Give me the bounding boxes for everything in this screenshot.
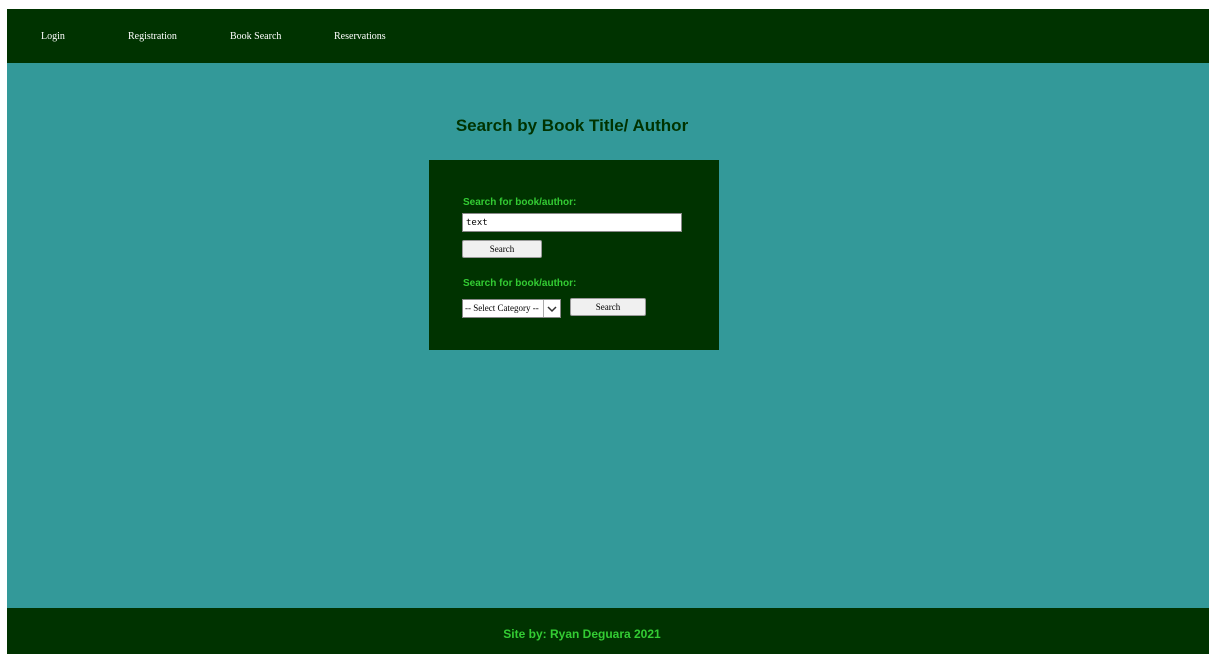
- search-panel: Search for book/author: Search Search fo…: [429, 160, 719, 350]
- page: Login Registration Book Search Reservati…: [7, 9, 1209, 654]
- nav-registration-link[interactable]: Registration: [128, 31, 177, 42]
- text-search-button[interactable]: Search: [462, 240, 542, 258]
- footer-credit: Site by: Ryan Deguara 2021: [503, 627, 661, 641]
- category-select-value: -- Select Category --: [465, 303, 539, 313]
- category-select[interactable]: -- Select Category --: [462, 299, 561, 318]
- page-title: Search by Book Title/ Author: [455, 116, 689, 135]
- chevron-down-icon: [543, 300, 560, 317]
- footer: Site by: Ryan Deguara 2021: [7, 608, 1209, 654]
- category-search-button[interactable]: Search: [570, 298, 646, 316]
- nav-book-search-link[interactable]: Book Search: [230, 31, 281, 42]
- nav-reservations-link[interactable]: Reservations: [334, 31, 386, 42]
- nav-login-link[interactable]: Login: [41, 31, 65, 42]
- text-search-label: Search for book/author:: [463, 197, 577, 208]
- navbar: Login Registration Book Search Reservati…: [7, 9, 1209, 63]
- search-input[interactable]: [462, 213, 682, 232]
- category-search-label: Search for book/author:: [463, 278, 577, 289]
